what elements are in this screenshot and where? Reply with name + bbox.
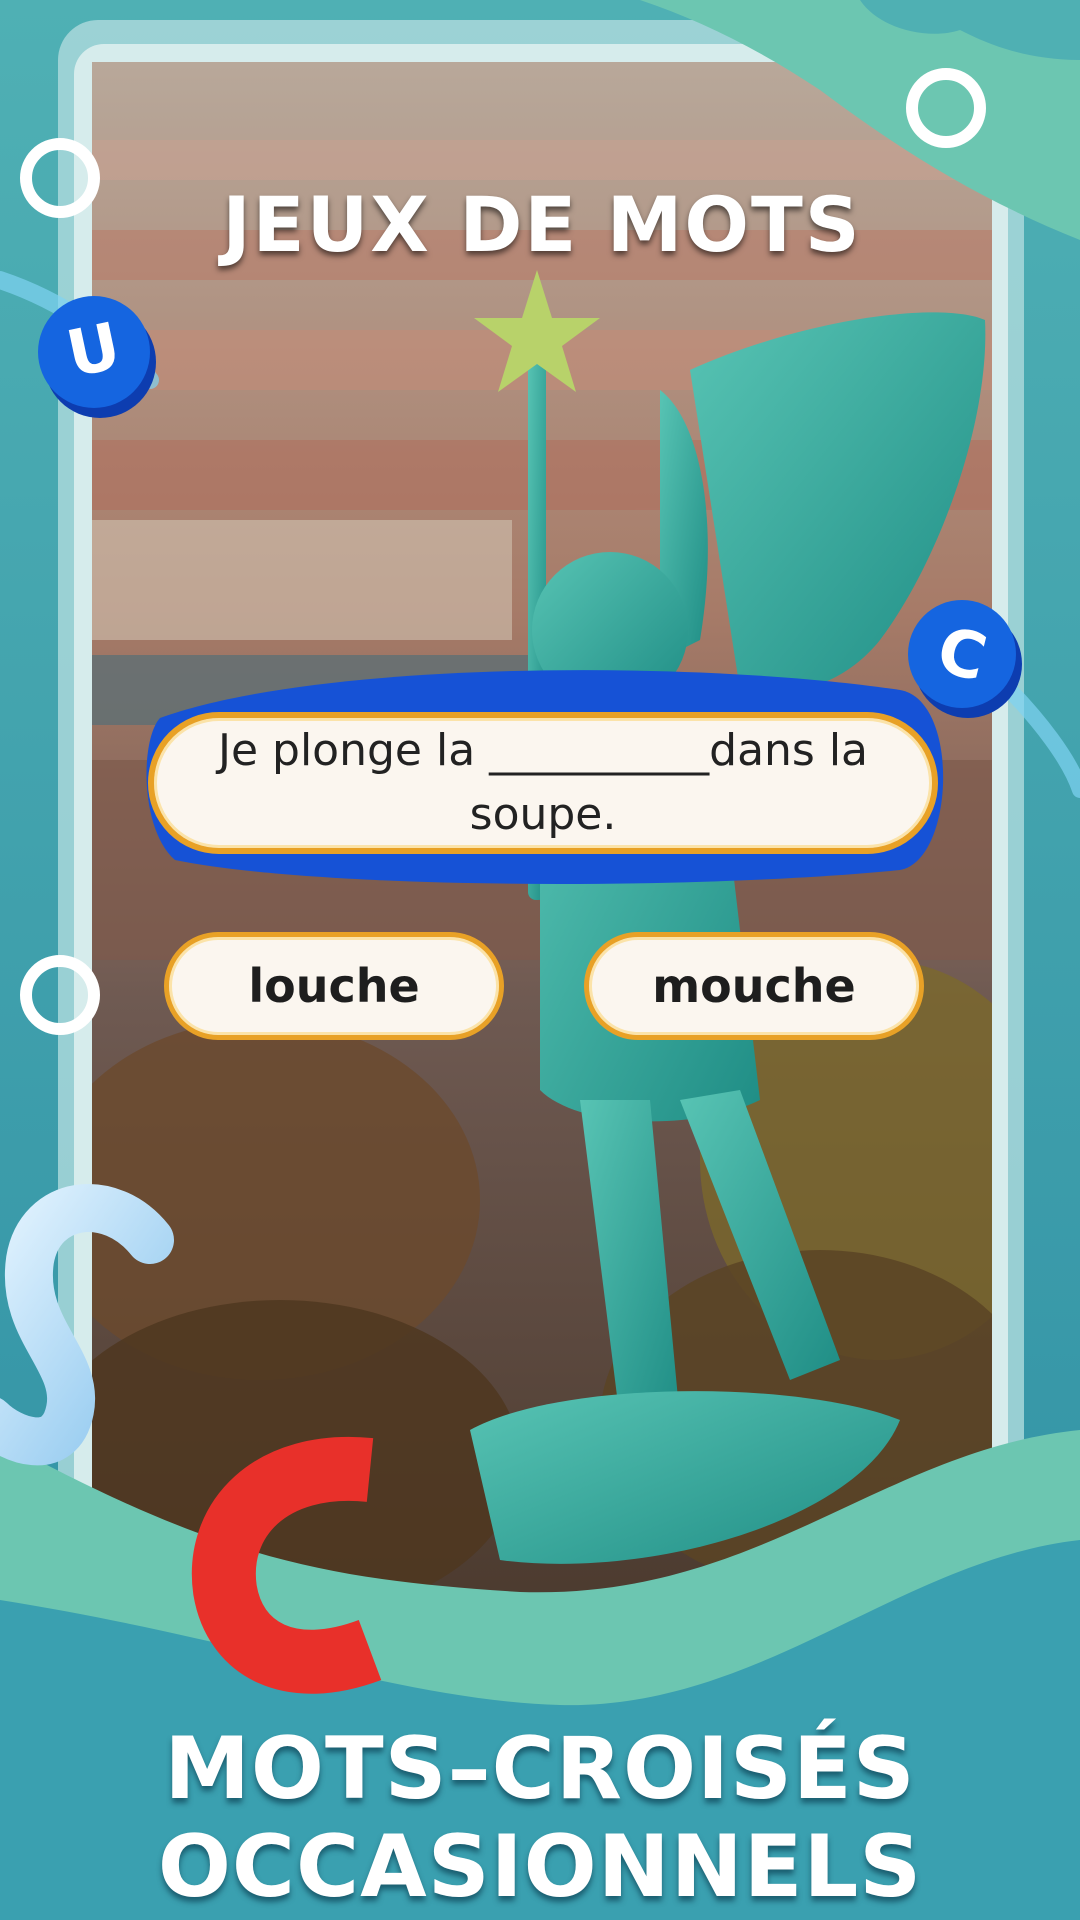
background-art: U C xyxy=(0,0,1080,1920)
question-card: Je plonge la __________dans la soupe. xyxy=(148,712,938,854)
footer-title: MOTS–CROISÉS OCCASIONNELS xyxy=(0,1720,1080,1916)
answer-button-mouche[interactable]: mouche xyxy=(584,932,924,1040)
game-title: JEUX DE MOTS xyxy=(222,180,862,269)
question-text: Je plonge la __________dans la soupe. xyxy=(217,725,869,840)
footer-title-line2: OCCASIONNELS xyxy=(157,1817,923,1917)
footer-title-line1: MOTS–CROISÉS xyxy=(164,1719,916,1819)
answer-button-louche[interactable]: louche xyxy=(164,932,504,1040)
